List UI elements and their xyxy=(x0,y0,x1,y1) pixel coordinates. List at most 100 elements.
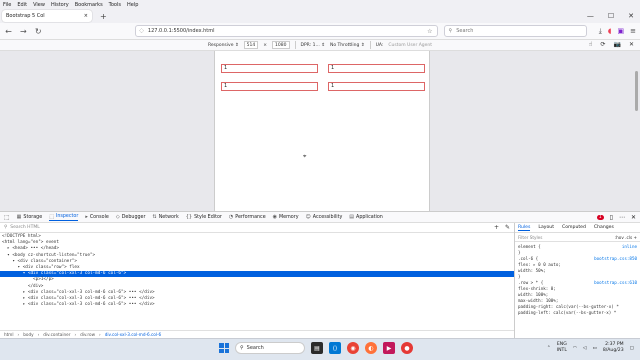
css-text[interactable]: .col-6 { xyxy=(518,256,538,261)
css-rule-line[interactable]: padding-left: calc(var(--bs-gutter-x) * xyxy=(518,310,637,316)
user-agent-input[interactable]: Custom User Agent xyxy=(388,43,432,48)
css-source-link[interactable]: bootstrap.css:610 xyxy=(594,280,637,286)
rotate-icon[interactable]: ⟳ xyxy=(600,41,605,48)
new-tab-button[interactable]: + xyxy=(96,12,107,21)
breadcrumb-item[interactable]: html xyxy=(4,332,14,337)
tab-layout[interactable]: Layout xyxy=(538,225,554,230)
forward-icon[interactable]: → xyxy=(19,27,28,36)
tab-network[interactable]: ⇅ Network xyxy=(152,214,178,220)
css-text[interactable]: width: 100%; xyxy=(518,292,548,297)
markup-node[interactable]: ▸ <div class="col-xxl-3 col-md-6 col-6">… xyxy=(0,302,514,308)
notifications-icon[interactable]: ▢ xyxy=(630,346,634,351)
page-field[interactable]: 1 xyxy=(328,64,425,73)
search-placeholder[interactable]: Search xyxy=(456,28,473,34)
reload-icon[interactable]: ↻ xyxy=(34,27,43,36)
more-icon[interactable]: ⋯ xyxy=(619,214,625,221)
back-icon[interactable]: ← xyxy=(4,27,13,36)
tab-changes[interactable]: Changes xyxy=(594,225,614,230)
page-info-icon[interactable]: ◌ xyxy=(140,28,144,34)
tray-overflow-icon[interactable]: ⌃ xyxy=(547,346,551,351)
search-bar[interactable]: ⚲ Search xyxy=(443,25,587,37)
tab-storage[interactable]: ▦ Storage xyxy=(17,214,43,220)
app-icon[interactable]: ● xyxy=(401,342,413,354)
viewport-scrollbar[interactable] xyxy=(635,71,638,111)
windows-start-icon[interactable] xyxy=(219,343,229,353)
dpr-select[interactable]: DPR: 1... ⇕ xyxy=(301,43,325,48)
breadcrumb-item[interactable]: div.col-xxl-3.col-md-6.col-6 xyxy=(105,332,161,337)
devtools-close-icon[interactable]: ✕ xyxy=(631,214,636,221)
menu-history[interactable]: History xyxy=(51,2,69,8)
menu-bookmarks[interactable]: Bookmarks xyxy=(75,2,103,8)
bookmark-star-icon[interactable]: ☆ xyxy=(427,28,432,35)
throttling-select[interactable]: No Throttling ⇕ xyxy=(330,43,365,48)
error-badge[interactable]: 1 xyxy=(596,214,604,220)
add-node-icon[interactable]: + xyxy=(494,224,499,231)
tab-performance[interactable]: ◔ Performance xyxy=(229,214,266,220)
css-text[interactable]: max-width: 100%; xyxy=(518,298,558,303)
firefox-icon[interactable]: ◐ xyxy=(365,342,377,354)
minimize-icon[interactable]: — xyxy=(587,12,594,20)
css-text[interactable]: width: 50%; xyxy=(518,268,546,273)
battery-icon[interactable]: ▭ xyxy=(592,346,596,351)
download-icon[interactable]: ⤓ xyxy=(599,27,602,36)
devtools-picker-icon[interactable]: ⬚ xyxy=(4,214,10,221)
tab-computed[interactable]: Computed xyxy=(562,225,586,230)
css-rules[interactable]: element {inline} .col-6 {bootstrap.css:85… xyxy=(515,242,640,338)
menu-icon[interactable]: ≡ xyxy=(630,27,636,35)
page-field[interactable]: 1 xyxy=(328,82,425,91)
menu-view[interactable]: View xyxy=(33,2,45,8)
css-text[interactable]: padding-right: calc(var(--bs-gutter-x) * xyxy=(518,304,619,309)
taskbar-search[interactable]: ⚲ Search xyxy=(235,342,305,354)
clock[interactable]: 2:37 PM 8/Aug/23 xyxy=(603,342,624,354)
tab-close-icon[interactable]: × xyxy=(84,13,88,19)
css-text[interactable]: .row > * { xyxy=(518,280,543,285)
html-search-input[interactable]: Search HTML xyxy=(10,225,39,230)
media-icon[interactable]: ▶ xyxy=(383,342,395,354)
css-text[interactable]: flex-shrink: 0; xyxy=(518,286,556,291)
breadcrumb-item[interactable]: div.row xyxy=(80,332,95,337)
touch-icon[interactable]: ☝ xyxy=(589,41,593,48)
chrome-icon[interactable]: ◉ xyxy=(347,342,359,354)
vscode-icon[interactable]: ⟨⟩ xyxy=(329,342,341,354)
dock-icon[interactable]: ▯ xyxy=(610,214,613,221)
css-source-link[interactable]: bootstrap.css:850 xyxy=(594,256,637,262)
pseudo-class-toggles[interactable]: :hov .cls + xyxy=(615,235,637,240)
css-text[interactable]: element { xyxy=(518,244,541,249)
pocket-icon[interactable]: ◖ xyxy=(608,27,612,35)
wifi-icon[interactable]: ◠ xyxy=(573,346,577,351)
viewport-width-input[interactable]: 514 xyxy=(243,41,259,49)
css-text[interactable]: } xyxy=(518,250,521,255)
tab-memory[interactable]: ◉ Memory xyxy=(273,214,299,220)
tab-style-editor[interactable]: {} Style Editor xyxy=(186,214,222,220)
url-text[interactable]: 127.0.0.1:5500/index.html xyxy=(148,28,215,34)
page-field[interactable]: 1 xyxy=(221,64,318,73)
tab-console[interactable]: ▸ Console xyxy=(85,214,109,220)
markup-tree[interactable]: <!DOCTYPE html> <html lang="en"> event ▸ … xyxy=(0,233,514,330)
eyedropper-icon[interactable]: ✎ xyxy=(505,224,510,231)
css-text[interactable]: } xyxy=(518,274,521,279)
screenshot-icon[interactable]: 📷 xyxy=(613,41,620,48)
menu-edit[interactable]: Edit xyxy=(17,2,27,8)
viewport-height-input[interactable]: 1080 xyxy=(272,41,290,49)
css-text[interactable]: padding-left: calc(var(--bs-gutter-x) * xyxy=(518,310,616,315)
page-field[interactable]: 1 xyxy=(221,82,318,91)
css-source-link[interactable]: inline xyxy=(622,244,637,250)
file-explorer-icon[interactable]: ▤ xyxy=(311,342,323,354)
extensions-icon[interactable]: ▣ xyxy=(618,27,625,35)
window-close-icon[interactable]: ✕ xyxy=(628,12,634,20)
rdm-close-icon[interactable]: ✕ xyxy=(629,41,634,48)
device-select[interactable]: Responsive ⇕ xyxy=(208,43,239,48)
menu-help[interactable]: Help xyxy=(127,2,138,8)
tab-debugger[interactable]: ◇ Debugger xyxy=(116,214,146,220)
tab-accessibility[interactable]: ☺ Accessibility xyxy=(306,214,343,220)
breadcrumb-item[interactable]: div.container xyxy=(43,332,70,337)
language-indicator[interactable]: ENG INTL xyxy=(557,342,567,354)
breadcrumb-item[interactable]: body xyxy=(23,332,33,337)
menu-file[interactable]: File xyxy=(3,2,11,8)
browser-tab[interactable]: Bootstrap 5 Col × xyxy=(2,10,92,22)
tab-inspector[interactable]: ⬚ Inspector xyxy=(49,214,79,221)
menu-tools[interactable]: Tools xyxy=(109,2,121,8)
tab-application[interactable]: ▤ Application xyxy=(349,214,383,220)
css-text[interactable]: flex: ▸ 0 0 auto; xyxy=(518,262,561,267)
maximize-icon[interactable]: ☐ xyxy=(608,12,614,20)
